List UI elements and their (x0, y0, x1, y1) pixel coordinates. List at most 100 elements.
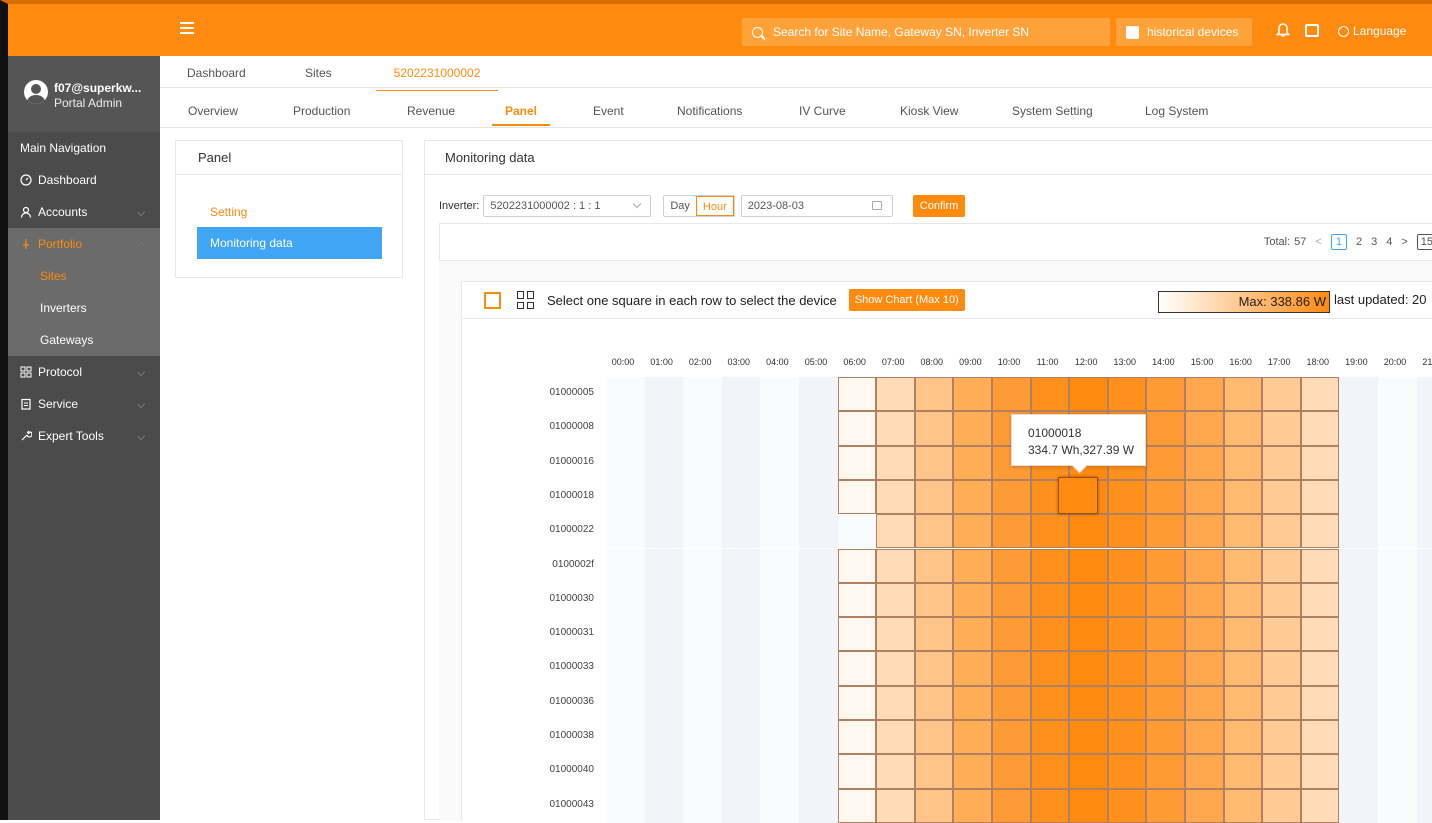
heatmap-cell[interactable] (683, 720, 722, 755)
heatmap-cell[interactable] (837, 788, 877, 823)
heatmap-cell[interactable] (992, 788, 1031, 823)
tab-revenue[interactable]: Revenue (407, 104, 455, 118)
heatmap-cell[interactable] (1339, 788, 1378, 823)
user-profile[interactable]: f07@superkw... Portal Admin (8, 56, 160, 132)
page-jump[interactable]: 15 (1416, 234, 1432, 250)
heatmap-cell[interactable] (1378, 582, 1417, 618)
tab-panel[interactable]: Panel (492, 104, 550, 126)
heatmap-cell[interactable] (1300, 788, 1340, 823)
heatmap-cell[interactable] (1262, 377, 1301, 412)
heatmap-cell[interactable] (644, 685, 684, 720)
heatmap-cell[interactable] (1185, 651, 1224, 686)
heatmap-cell[interactable] (683, 479, 722, 515)
heatmap-cell[interactable] (1146, 445, 1185, 480)
heatmap-cell[interactable] (1262, 514, 1301, 549)
heatmap-cell[interactable] (1146, 754, 1185, 789)
page-3[interactable]: 3 (1371, 236, 1377, 248)
heatmap-cell[interactable] (837, 479, 877, 515)
heatmap-cell[interactable] (1262, 411, 1301, 446)
heatmap-cell[interactable] (606, 754, 645, 789)
heatmap-cell[interactable] (1223, 377, 1263, 412)
heatmap-cell[interactable] (914, 720, 954, 755)
heatmap-cell[interactable] (914, 411, 954, 446)
heatmap-cell[interactable] (914, 685, 954, 720)
heatmap-cell[interactable] (799, 754, 838, 789)
heatmap-cell[interactable] (1107, 651, 1147, 686)
heatmap-cell[interactable] (1339, 685, 1378, 720)
heatmap-cell[interactable] (1185, 548, 1224, 583)
historical-checkbox[interactable] (1126, 25, 1139, 39)
heatmap-cell[interactable] (876, 582, 915, 618)
heatmap-cell[interactable] (1416, 720, 1432, 755)
inverter-select[interactable]: 5202231000002 : 1 : 1 (483, 195, 652, 217)
heatmap-cell[interactable] (1378, 685, 1417, 720)
heatmap-cell[interactable] (1416, 514, 1432, 549)
heatmap-cell[interactable] (1107, 377, 1147, 412)
heatmap-cell[interactable] (644, 617, 684, 652)
heatmap-cell[interactable] (1223, 514, 1263, 549)
heatmap-cell[interactable] (1185, 685, 1224, 720)
heatmap-cell[interactable] (1223, 754, 1263, 789)
heatmap-cell[interactable] (1378, 720, 1417, 755)
heatmap-cell[interactable] (1185, 445, 1224, 480)
tab-event[interactable]: Event (593, 104, 624, 118)
sidebar-subitem-inverters[interactable]: Inverters (8, 292, 160, 324)
heatmap-cell[interactable] (644, 754, 684, 789)
heatmap-cell[interactable] (1030, 548, 1070, 583)
heatmap-cell[interactable] (721, 582, 761, 618)
select-all-checkbox[interactable] (484, 291, 501, 309)
heatmap-cell[interactable] (721, 514, 761, 549)
heatmap-cell[interactable] (992, 548, 1031, 583)
heatmap-cell[interactable] (1146, 617, 1185, 652)
heatmap-cell[interactable] (606, 685, 645, 720)
heatmap-cell[interactable] (1223, 548, 1263, 583)
heatmap-cell[interactable] (1185, 617, 1224, 652)
bell-icon[interactable] (1276, 22, 1290, 38)
heatmap-cell[interactable] (760, 377, 799, 412)
tab-production[interactable]: Production (293, 104, 350, 118)
heatmap-cell[interactable] (914, 514, 954, 549)
heatmap-cell[interactable] (683, 754, 722, 789)
hour-button[interactable]: Hour (695, 196, 734, 216)
heatmap-cell[interactable] (760, 411, 799, 446)
heatmap-cell[interactable] (1339, 514, 1378, 549)
heatmap-cell[interactable] (1300, 754, 1340, 789)
heatmap-cell[interactable] (953, 548, 992, 583)
heatmap-cell[interactable] (683, 445, 722, 480)
heatmap-cell[interactable] (1107, 548, 1147, 583)
heatmap-cell[interactable] (1069, 754, 1108, 789)
heatmap-cell[interactable] (760, 617, 799, 652)
heatmap-cell[interactable] (606, 514, 645, 549)
sidebar-item-portfolio[interactable]: Portfolio (8, 228, 160, 260)
heatmap-cell[interactable] (1107, 582, 1147, 618)
heatmap-cell[interactable] (606, 788, 645, 823)
heatmap-cell[interactable] (876, 788, 915, 823)
heatmap-cell[interactable] (1416, 377, 1432, 412)
heatmap-cell[interactable] (876, 720, 915, 755)
heatmap-cell[interactable] (606, 377, 645, 412)
heatmap-cell[interactable] (760, 685, 799, 720)
heatmap-cell[interactable] (683, 651, 722, 686)
heatmap-cell[interactable] (1223, 582, 1263, 618)
heatmap-cell[interactable] (721, 548, 761, 583)
heatmap-cell[interactable] (606, 582, 645, 618)
heatmap-cell[interactable] (1069, 720, 1108, 755)
heatmap-cell[interactable] (760, 651, 799, 686)
tab-overview[interactable]: Overview (188, 104, 238, 118)
heatmap-cell[interactable] (760, 445, 799, 480)
heatmap-cell[interactable] (721, 479, 761, 515)
heatmap-cell[interactable] (721, 685, 761, 720)
tab-sites[interactable]: Sites (305, 66, 332, 80)
panel-option-setting[interactable]: Setting (210, 205, 247, 219)
heatmap-cell[interactable] (1416, 445, 1432, 480)
heatmap-cell[interactable] (799, 788, 838, 823)
heatmap-cell[interactable] (1223, 720, 1263, 755)
heatmap-cell[interactable] (837, 617, 877, 652)
tab-dashboard[interactable]: Dashboard (187, 66, 246, 80)
heatmap-cell[interactable] (1069, 617, 1108, 652)
heatmap-cell[interactable] (1416, 479, 1432, 515)
heatmap-cell[interactable] (683, 617, 722, 652)
heatmap-cell[interactable] (644, 720, 684, 755)
heatmap-cell[interactable] (992, 754, 1031, 789)
heatmap-cell[interactable] (837, 720, 877, 755)
